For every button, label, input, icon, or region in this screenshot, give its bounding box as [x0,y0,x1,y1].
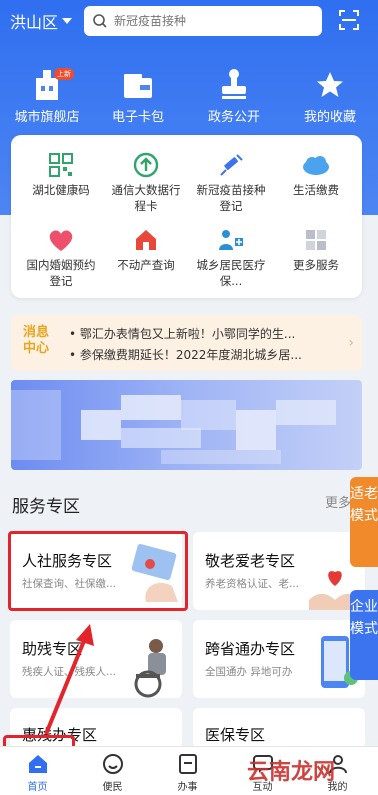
star-icon [317,72,343,97]
service-medical-insurance[interactable]: 城乡居民医疗保... [191,226,271,289]
stamp-icon [222,69,246,99]
quick-entry-card-wallet[interactable]: 电子卡包 [91,62,185,125]
service-health-code[interactable]: 湖北健康码 [21,151,101,198]
card-wallet-icon [124,74,152,98]
qr-code-icon [49,153,73,177]
elder-mode-button[interactable]: 适老模式 [350,477,378,567]
tile-elderly[interactable]: 敬老爱老专区 养老资格认证、老... [193,532,365,610]
smile-icon [102,754,123,774]
grid-icon [306,230,326,250]
scan-icon[interactable] [339,10,359,30]
quick-entry-favorites[interactable]: 我的收藏 [283,62,377,125]
tile-subtitle: 养老资格认证、老... [205,578,300,590]
service-more[interactable]: 更多服务 [276,226,356,273]
location-selector[interactable]: 洪山区 [10,9,73,33]
quick-entry-label: 政务公开 [207,110,260,125]
tab-affairs[interactable]: 办事 [150,747,225,795]
service-marriage[interactable]: 国内婚姻预约登记 [21,226,101,289]
quick-entry-gov-open[interactable]: 政务公开 [187,62,281,125]
message-center[interactable]: 消息 中心 • 鄂汇办表情包又上新啦！小鄂同学的生... • 参保缴费期延长！2… [11,315,362,371]
search-input[interactable] [114,14,314,28]
section-title: 服务专区 [12,497,80,517]
service-label: 不动产查询 [117,258,175,272]
news-item[interactable]: • 鄂汇办表情包又上新啦！小鄂同学的生... [69,325,339,342]
tile-medical-insurance[interactable]: 医保专区 [193,708,365,748]
document-icon [178,754,197,774]
new-badge: 上新 [54,68,74,80]
cloud-icon [303,156,329,175]
heart-icon [49,230,73,251]
chevron-down-icon [62,18,73,24]
enterprise-mode-button[interactable]: 企业模式 [350,590,378,680]
service-vaccine[interactable]: 新冠疫苗接种登记 [191,151,271,214]
tab-home[interactable]: 首页 [0,747,75,795]
service-label: 通信大数据行程卡 [111,183,181,213]
quick-entry-label: 电子卡包 [111,110,164,125]
tile-title: 敬老爱老专区 [205,552,296,570]
syringe-icon [220,154,243,176]
service-trip-card[interactable]: 通信大数据行程卡 [106,151,186,214]
search-bar[interactable] [84,6,322,36]
service-label: 更多服务 [293,258,339,272]
medical-person-icon [219,230,243,250]
quick-entry-flagship[interactable]: 上新 城市旗舰店 [0,62,94,125]
service-utility-pay[interactable]: 生活缴费 [276,151,356,198]
news-item[interactable]: • 参保缴费期延长！2022年度湖北城乡居... [69,346,339,363]
watermark: 云南龙网 [247,759,336,785]
service-label: 城乡居民医疗保... [196,258,266,288]
tab-label: 便民 [102,782,123,793]
tile-title: 跨省通办专区 [205,640,296,658]
location-label: 洪山区 [10,13,59,32]
tile-subtitle: 全国通办 异地可办 [205,666,293,678]
chevron-right-icon: › [348,335,354,351]
tab-convenience[interactable]: 便民 [75,747,150,795]
quick-entry-label: 城市旗舰店 [14,110,80,125]
quick-entry-label: 我的收藏 [303,110,356,125]
service-real-estate[interactable]: 不动产查询 [106,226,186,273]
service-label: 湖北健康码 [32,183,90,197]
service-label: 生活缴费 [293,183,339,197]
tile-title: 医保专区 [205,726,266,744]
house-icon [136,230,156,250]
service-label: 新冠疫苗接种登记 [196,183,266,213]
promo-banner[interactable] [11,380,362,470]
search-icon [93,14,107,28]
highlight-box-hr [8,531,188,611]
wheelchair-icon [134,639,166,698]
annotation-arrow-icon [44,624,94,735]
tab-label: 首页 [27,782,48,793]
service-label: 国内婚姻预约登记 [26,258,96,288]
service-grid-card: 湖北健康码 通信大数据行程卡 新冠疫苗接种登记 生活缴费 国内婚姻预约登记 不动… [11,135,362,298]
home-icon [28,755,47,773]
section-more-link[interactable]: 更多 [325,492,351,511]
arrow-up-circle-icon [133,152,159,178]
tab-label: 办事 [177,782,198,793]
message-center-logo: 消息 中心 [23,325,50,356]
tile-cross-province[interactable]: 跨省通办专区 全国通办 异地可办 [193,620,365,698]
